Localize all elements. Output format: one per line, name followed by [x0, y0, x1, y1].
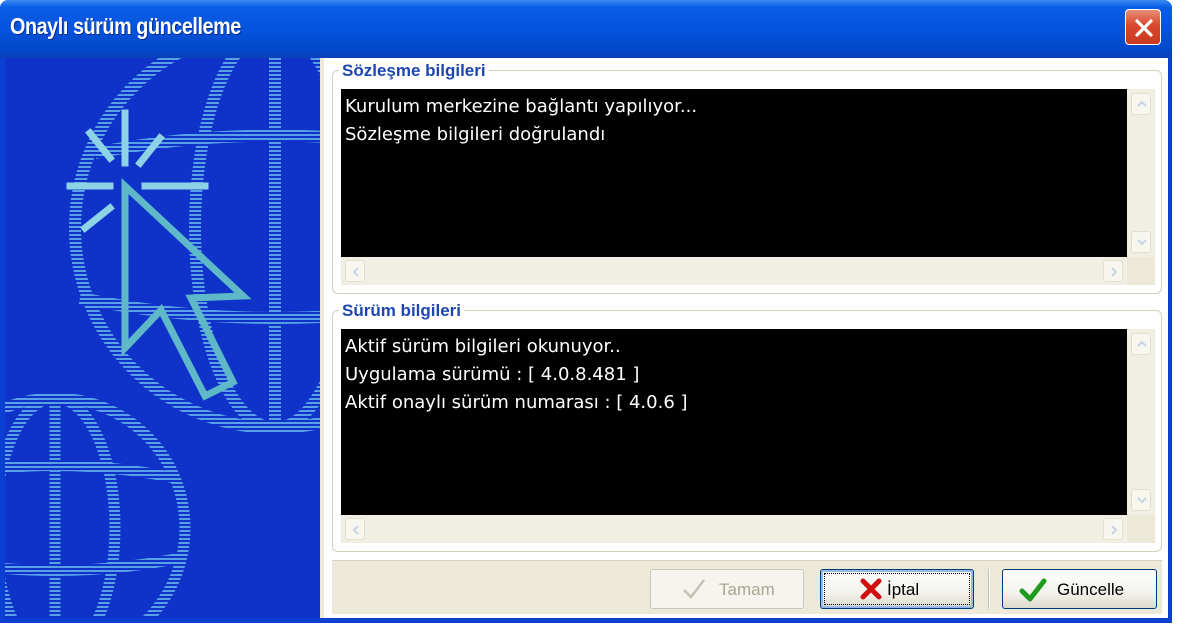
- contract-info-title: Sözleşme bilgileri: [339, 61, 489, 81]
- dialog-window: Onaylı sürüm güncelleme Sözleşme bilgile…: [0, 0, 1172, 623]
- update-button-label: Güncelle: [1057, 580, 1125, 599]
- scroll-up-button[interactable]: [1131, 333, 1151, 355]
- log-line: Uygulama sürümü : [ 4.0.8.481 ]: [345, 364, 640, 385]
- small-globe-icon: [5, 392, 191, 618]
- dialog-client: Sözleşme bilgileri Kurulum merkezine bağ…: [5, 58, 1168, 618]
- log-line: Kurulum merkezine bağlantı yapılıyor...: [345, 96, 698, 117]
- close-button[interactable]: [1125, 9, 1161, 45]
- chevron-down-icon: [1137, 239, 1147, 246]
- chevron-up-icon: [1137, 340, 1147, 347]
- update-button[interactable]: Güncelle: [1002, 569, 1157, 609]
- scroll-left-button[interactable]: [345, 260, 365, 282]
- chevron-right-icon: [1111, 525, 1118, 535]
- contract-log-text: Kurulum merkezine bağlantı yapılıyor... …: [345, 93, 1125, 149]
- title-bar[interactable]: Onaylı sürüm güncelleme: [0, 0, 1172, 58]
- version-info-group: Sürüm bilgileri Aktif sürüm bilgileri ok…: [332, 301, 1162, 552]
- cursor-arrow-icon: [121, 177, 252, 401]
- chevron-up-icon: [1137, 100, 1147, 107]
- chevron-down-icon: [1137, 497, 1147, 504]
- check-icon: [683, 579, 705, 599]
- log-line: Aktif sürüm bilgileri okunuyor..: [345, 336, 621, 357]
- horizontal-scrollbar[interactable]: [341, 257, 1127, 285]
- cancel-button-label: İptal: [887, 580, 920, 599]
- decorative-banner: [5, 58, 320, 618]
- scroll-down-button[interactable]: [1131, 489, 1151, 511]
- vertical-scrollbar[interactable]: [1127, 89, 1155, 257]
- green-check-icon: [1019, 578, 1047, 602]
- button-bar: Tamam İptal Güncelle: [332, 560, 1162, 614]
- cancel-button[interactable]: İptal: [820, 569, 974, 609]
- red-x-icon: [860, 578, 882, 600]
- close-icon: [1135, 19, 1153, 37]
- button-separator: [988, 569, 990, 609]
- globe-icon: [69, 58, 320, 434]
- window-title: Onaylı sürüm güncelleme: [10, 13, 241, 39]
- scroll-corner: [1127, 257, 1155, 285]
- log-line: Aktif onaylı sürüm numarası : [ 4.0.6 ]: [345, 392, 688, 413]
- click-burst-icon: [66, 109, 209, 233]
- chevron-left-icon: [352, 525, 359, 535]
- globe-cursor-illustration: [5, 58, 320, 618]
- ok-button-label: Tamam: [719, 580, 775, 599]
- version-info-log[interactable]: Aktif sürüm bilgileri okunuyor.. Uygulam…: [341, 329, 1155, 543]
- scroll-right-button[interactable]: [1103, 518, 1123, 540]
- content-panel: Sözleşme bilgileri Kurulum merkezine bağ…: [324, 58, 1168, 618]
- scroll-down-button[interactable]: [1131, 231, 1151, 253]
- horizontal-scrollbar[interactable]: [341, 515, 1127, 543]
- vertical-scrollbar[interactable]: [1127, 329, 1155, 515]
- scroll-right-button[interactable]: [1103, 260, 1123, 282]
- contract-info-group: Sözleşme bilgileri Kurulum merkezine bağ…: [332, 61, 1162, 294]
- contract-info-log[interactable]: Kurulum merkezine bağlantı yapılıyor... …: [341, 89, 1155, 285]
- version-log-text: Aktif sürüm bilgileri okunuyor.. Uygulam…: [345, 333, 1125, 417]
- ok-button[interactable]: Tamam: [650, 569, 804, 609]
- chevron-left-icon: [352, 267, 359, 277]
- scroll-left-button[interactable]: [345, 518, 365, 540]
- scroll-corner: [1127, 515, 1155, 543]
- chevron-right-icon: [1111, 267, 1118, 277]
- scroll-up-button[interactable]: [1131, 93, 1151, 115]
- version-info-title: Sürüm bilgileri: [339, 301, 465, 321]
- log-line: Sözleşme bilgileri doğrulandı: [345, 124, 606, 145]
